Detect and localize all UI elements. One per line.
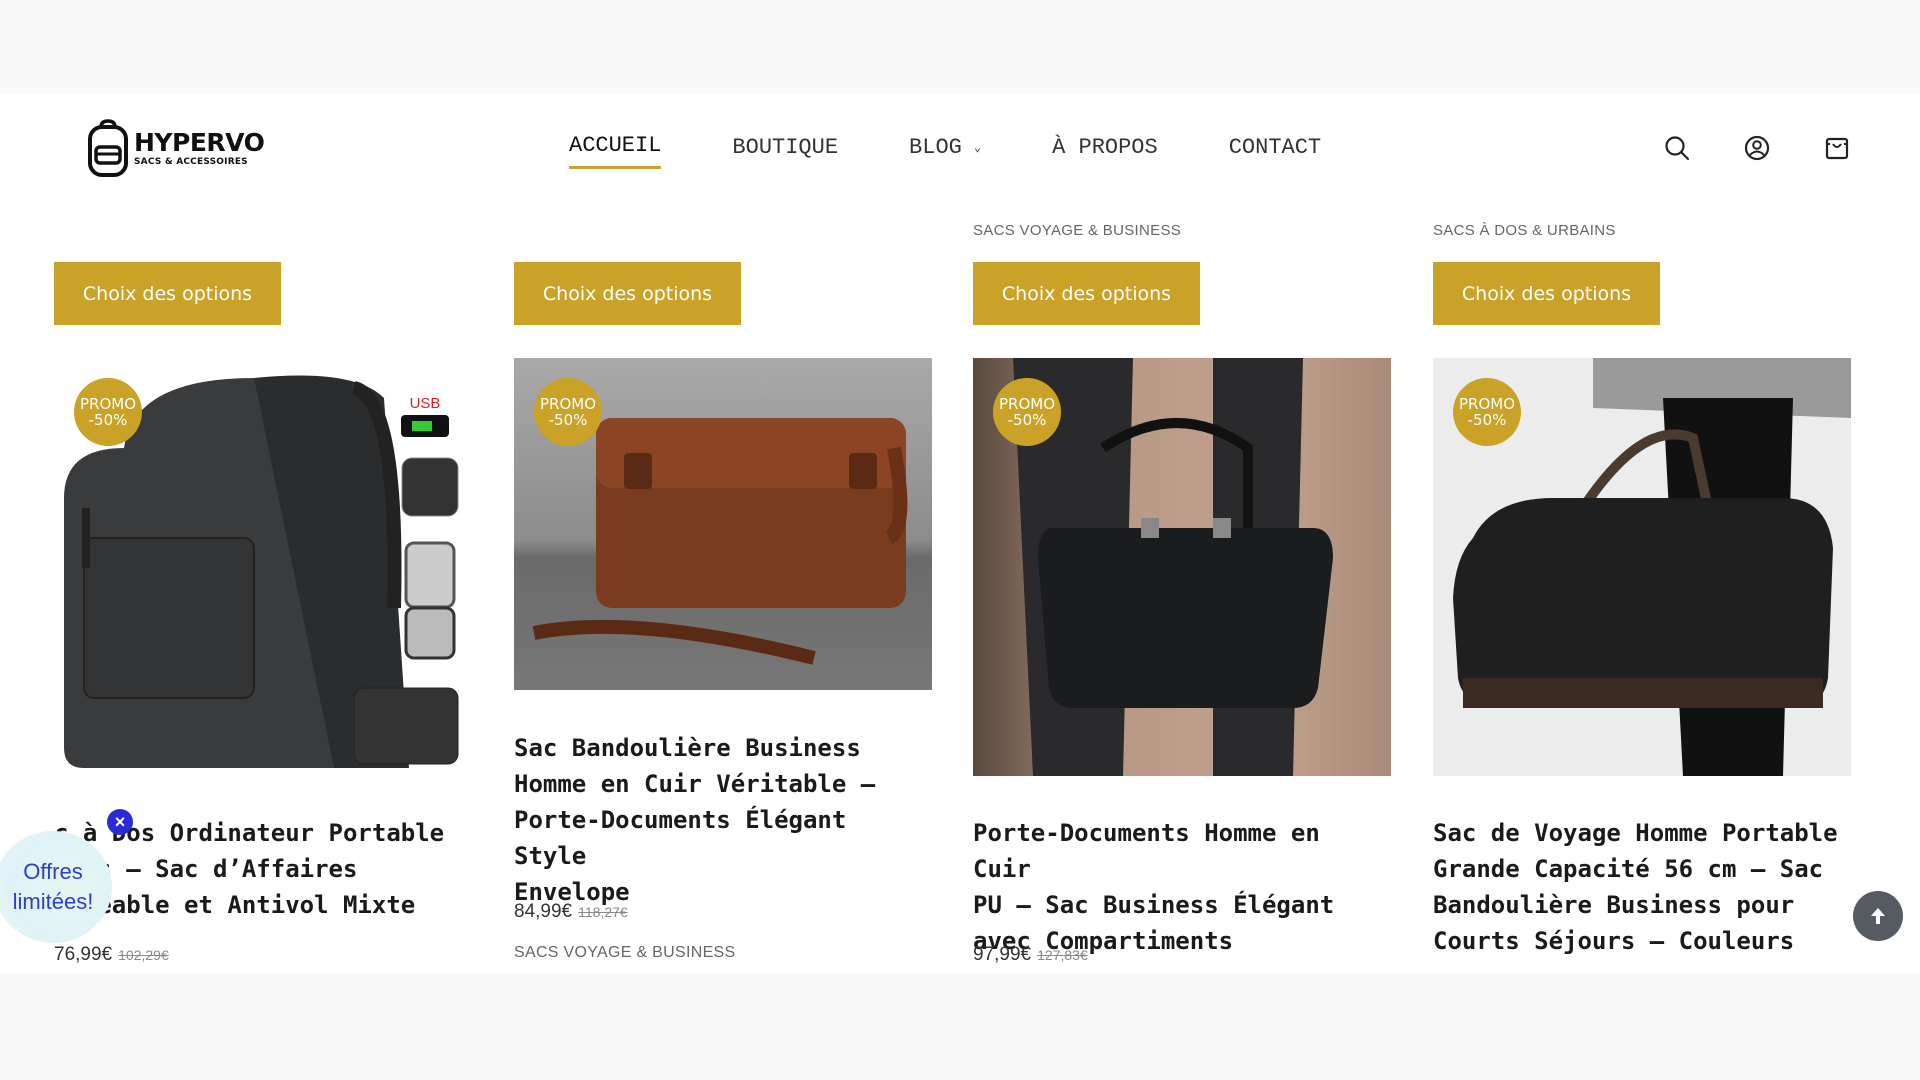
search-icon[interactable] [1662, 133, 1692, 163]
nav-a-propos[interactable]: À PROPOS [1052, 133, 1158, 169]
old-price: 102,29€ [118, 947, 169, 963]
arrow-up-icon [1871, 908, 1885, 924]
nav-blog[interactable]: BLOG ⌄ [909, 133, 981, 169]
popup-label: Offres limitées! [12, 859, 94, 914]
cart-icon[interactable] [1822, 133, 1852, 163]
product-price: 84,99€ 118,27€ [514, 901, 628, 923]
old-price: 118,27€ [578, 904, 628, 920]
page: HYPERVO SACS & ACCESSOIRES ACCUEIL BOUTI… [0, 93, 1920, 973]
nav-boutique[interactable]: BOUTIQUE [732, 133, 838, 169]
promo-badge: PROMO -50% [74, 378, 142, 446]
nav-accueil[interactable]: ACCUEIL [569, 133, 662, 169]
chevron-down-icon: ⌄ [973, 140, 982, 155]
product-category: SACS À DOS & URBAINS [1433, 222, 1616, 239]
promo-badge: PROMO -50% [534, 378, 602, 446]
product-title[interactable]: Porte-Documents Homme en Cuir PU – Sac B… [973, 815, 1391, 959]
nav-blog-label: BLOG [909, 134, 962, 160]
main-nav: ACCUEIL BOUTIQUE BLOG ⌄ À PROPOS CONTACT [569, 133, 1392, 169]
product-title[interactable]: Sac de Voyage Homme Portable Grande Capa… [1433, 815, 1851, 959]
close-icon[interactable]: × [107, 809, 133, 835]
product-category: SACS VOYAGE & BUSINESS [973, 222, 1182, 239]
nav-contact-label: CONTACT [1228, 134, 1322, 160]
product-image-briefcase[interactable]: PROMO -50% [973, 358, 1391, 776]
product-image-duffel[interactable]: PROMO -50% [1433, 358, 1851, 776]
nav-accueil-label: ACCUEIL [569, 133, 662, 158]
product-image-backpack[interactable]: PROMO -50% USB [54, 358, 472, 776]
choose-options-button[interactable]: Choix des options [54, 262, 281, 325]
backpack-logo-icon [88, 119, 128, 177]
promo-badge: PROMO -50% [993, 378, 1061, 446]
scroll-to-top-button[interactable] [1853, 891, 1903, 941]
current-price: 97,99€ [973, 944, 1032, 965]
svg-text:USB: USB [410, 395, 441, 412]
choose-options-button[interactable]: Choix des options [514, 262, 741, 325]
nav-boutique-label: BOUTIQUE [732, 134, 839, 160]
nav-contact[interactable]: CONTACT [1229, 133, 1321, 169]
site-logo[interactable]: HYPERVO SACS & ACCESSOIRES [86, 118, 266, 178]
brand-name: HYPERVO [134, 127, 265, 157]
site-header: HYPERVO SACS & ACCESSOIRES ACCUEIL BOUTI… [0, 93, 1920, 243]
choose-options-button[interactable]: Choix des options [1433, 262, 1660, 325]
product-title[interactable]: Sac Bandoulière Business Homme en Cuir V… [514, 730, 932, 910]
brand-tagline: SACS & ACCESSOIRES [134, 156, 248, 167]
product-category: SACS VOYAGE & BUSINESS [514, 944, 736, 961]
limited-offers-popup[interactable]: Offres limitées! [0, 831, 112, 943]
current-price: 84,99€ [514, 901, 573, 922]
product-image-leather-envelope[interactable]: PROMO -50% [514, 358, 932, 690]
account-icon[interactable] [1742, 133, 1772, 163]
product-price: 97,99€ 127,83€ [973, 944, 1088, 966]
header-actions [1612, 133, 1852, 163]
choose-options-button[interactable]: Choix des options [973, 262, 1200, 325]
old-price: 127,83€ [1037, 947, 1088, 963]
current-price: 76,99€ [54, 944, 113, 965]
promo-badge: PROMO -50% [1453, 378, 1521, 446]
product-price: 76,99€ 102,29€ [54, 944, 169, 966]
nav-a-propos-label: À PROPOS [1052, 134, 1158, 160]
